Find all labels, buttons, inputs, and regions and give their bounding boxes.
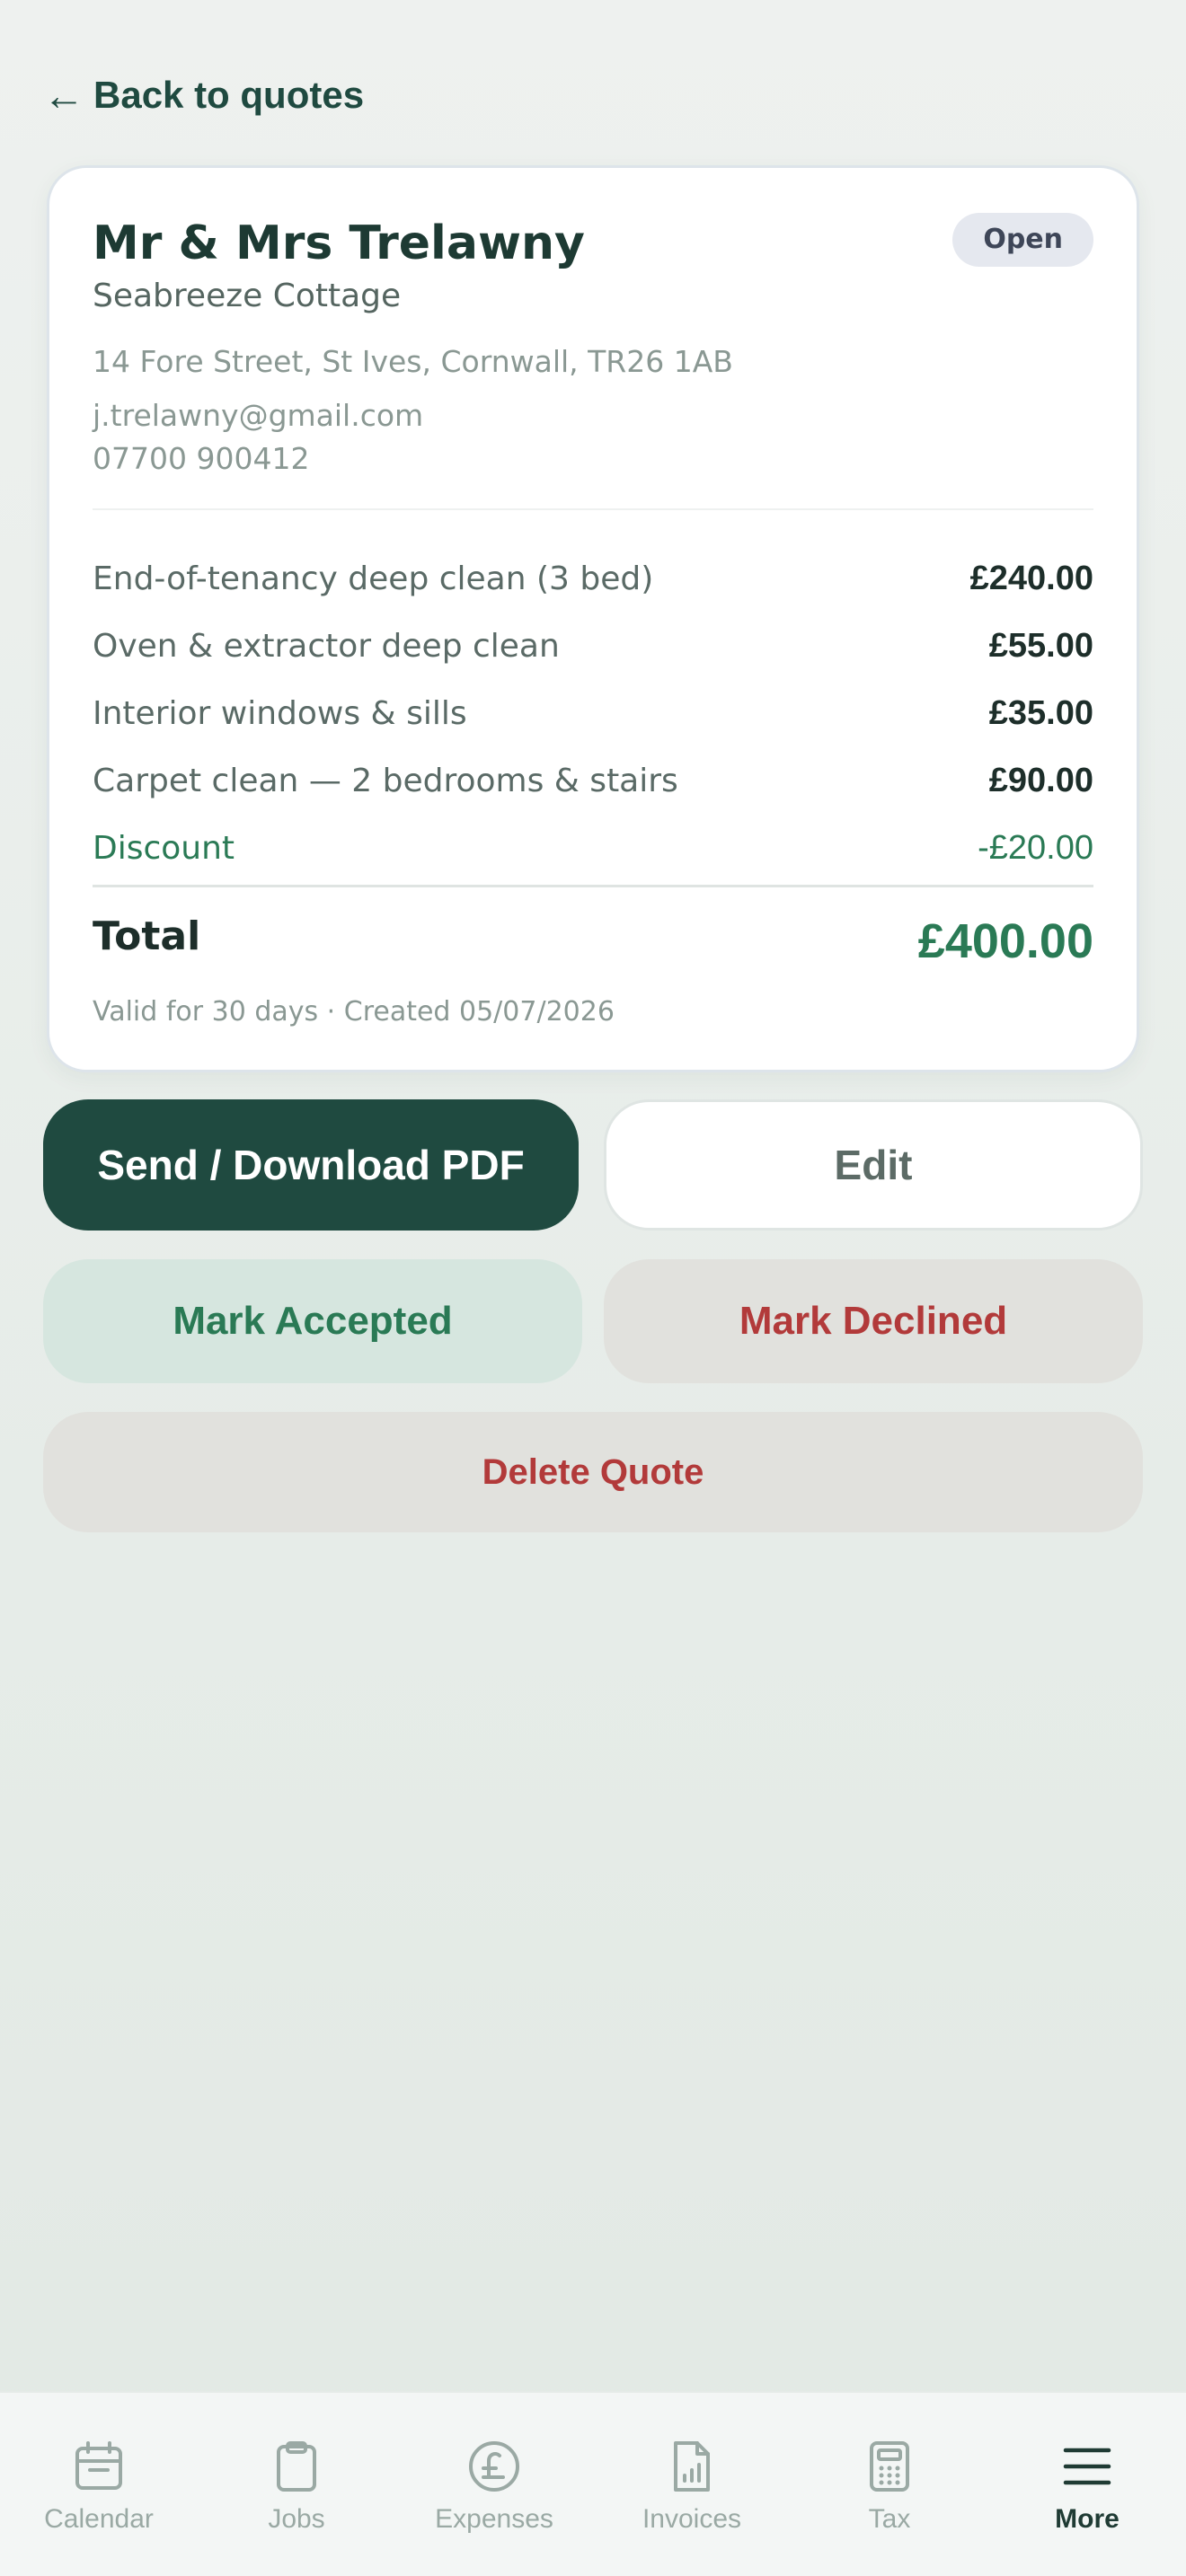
line-item: Carpet clean — 2 bedrooms & stairs £90.0… (93, 747, 1093, 815)
quote-card: Mr & Mrs Trelawny Open Seabreeze Cottage… (47, 165, 1139, 1072)
tab-invoices[interactable]: Invoices (593, 2393, 791, 2576)
line-item-description: Carpet clean — 2 bedrooms & stairs (93, 763, 678, 799)
line-item: Oven & extractor deep clean £55.00 (93, 613, 1093, 680)
line-item-description: End-of-tenancy deep clean (3 bed) (93, 560, 654, 597)
status-badge: Open (952, 213, 1093, 267)
send-download-pdf-button[interactable]: Send / Download PDF (43, 1099, 579, 1231)
line-item-amount: £55.00 (988, 627, 1093, 665)
tab-jobs[interactable]: Jobs (198, 2393, 395, 2576)
mark-accepted-button[interactable]: Mark Accepted (43, 1259, 582, 1383)
client-name: Mr & Mrs Trelawny (93, 216, 585, 270)
back-to-quotes-link[interactable]: ← Back to quotes (43, 74, 364, 117)
line-item-amount: £240.00 (969, 560, 1093, 597)
divider (93, 508, 1093, 510)
clipboard-icon (277, 2441, 316, 2492)
bottom-tab-bar: Calendar Jobs Expenses Invoices Tax More (0, 2391, 1186, 2576)
discount-amount: -£20.00 (978, 829, 1093, 867)
invoice-chart-icon (674, 2441, 710, 2492)
total-label: Total (93, 913, 201, 959)
line-item-amount: £35.00 (988, 694, 1093, 732)
line-items-list: End-of-tenancy deep clean (3 bed) £240.0… (93, 545, 1093, 882)
client-address: 14 Fore Street, St Ives, Cornwall, TR26 … (93, 344, 733, 379)
back-arrow-icon: ← (43, 72, 84, 119)
calendar-icon (75, 2441, 122, 2490)
tab-label: More (1055, 2504, 1120, 2534)
tab-label: Jobs (268, 2504, 325, 2534)
calculator-icon (870, 2441, 909, 2492)
discount-row: Discount -£20.00 (93, 815, 1093, 882)
total-amount: £400.00 (917, 914, 1093, 968)
mark-declined-button[interactable]: Mark Declined (604, 1259, 1143, 1383)
tab-tax[interactable]: Tax (791, 2393, 988, 2576)
tab-label: Calendar (44, 2504, 154, 2534)
tab-calendar[interactable]: Calendar (0, 2393, 198, 2576)
tab-label: Invoices (642, 2504, 742, 2534)
delete-quote-button[interactable]: Delete Quote (43, 1412, 1143, 1532)
tab-label: Expenses (435, 2504, 553, 2534)
line-item: Interior windows & sills £35.00 (93, 680, 1093, 747)
line-item: End-of-tenancy deep clean (3 bed) £240.0… (93, 545, 1093, 613)
tab-label: Tax (868, 2504, 911, 2534)
line-item-description: Interior windows & sills (93, 695, 467, 732)
discount-label: Discount (93, 830, 235, 867)
line-item-description: Oven & extractor deep clean (93, 628, 560, 665)
quote-validity-meta: Valid for 30 days · Created 05/07/2026 (93, 996, 615, 1028)
line-item-amount: £90.00 (988, 762, 1093, 799)
menu-icon (1063, 2448, 1111, 2485)
back-link-label: Back to quotes (93, 74, 365, 116)
tab-more[interactable]: More (988, 2393, 1186, 2576)
client-email: j.trelawny@gmail.com (93, 398, 424, 433)
tab-expenses[interactable]: Expenses (395, 2393, 593, 2576)
client-phone: 07700 900412 (93, 441, 310, 476)
pound-coin-icon (469, 2441, 519, 2492)
property-name: Seabreeze Cottage (93, 278, 402, 314)
edit-button[interactable]: Edit (604, 1099, 1143, 1231)
total-divider (93, 885, 1093, 887)
